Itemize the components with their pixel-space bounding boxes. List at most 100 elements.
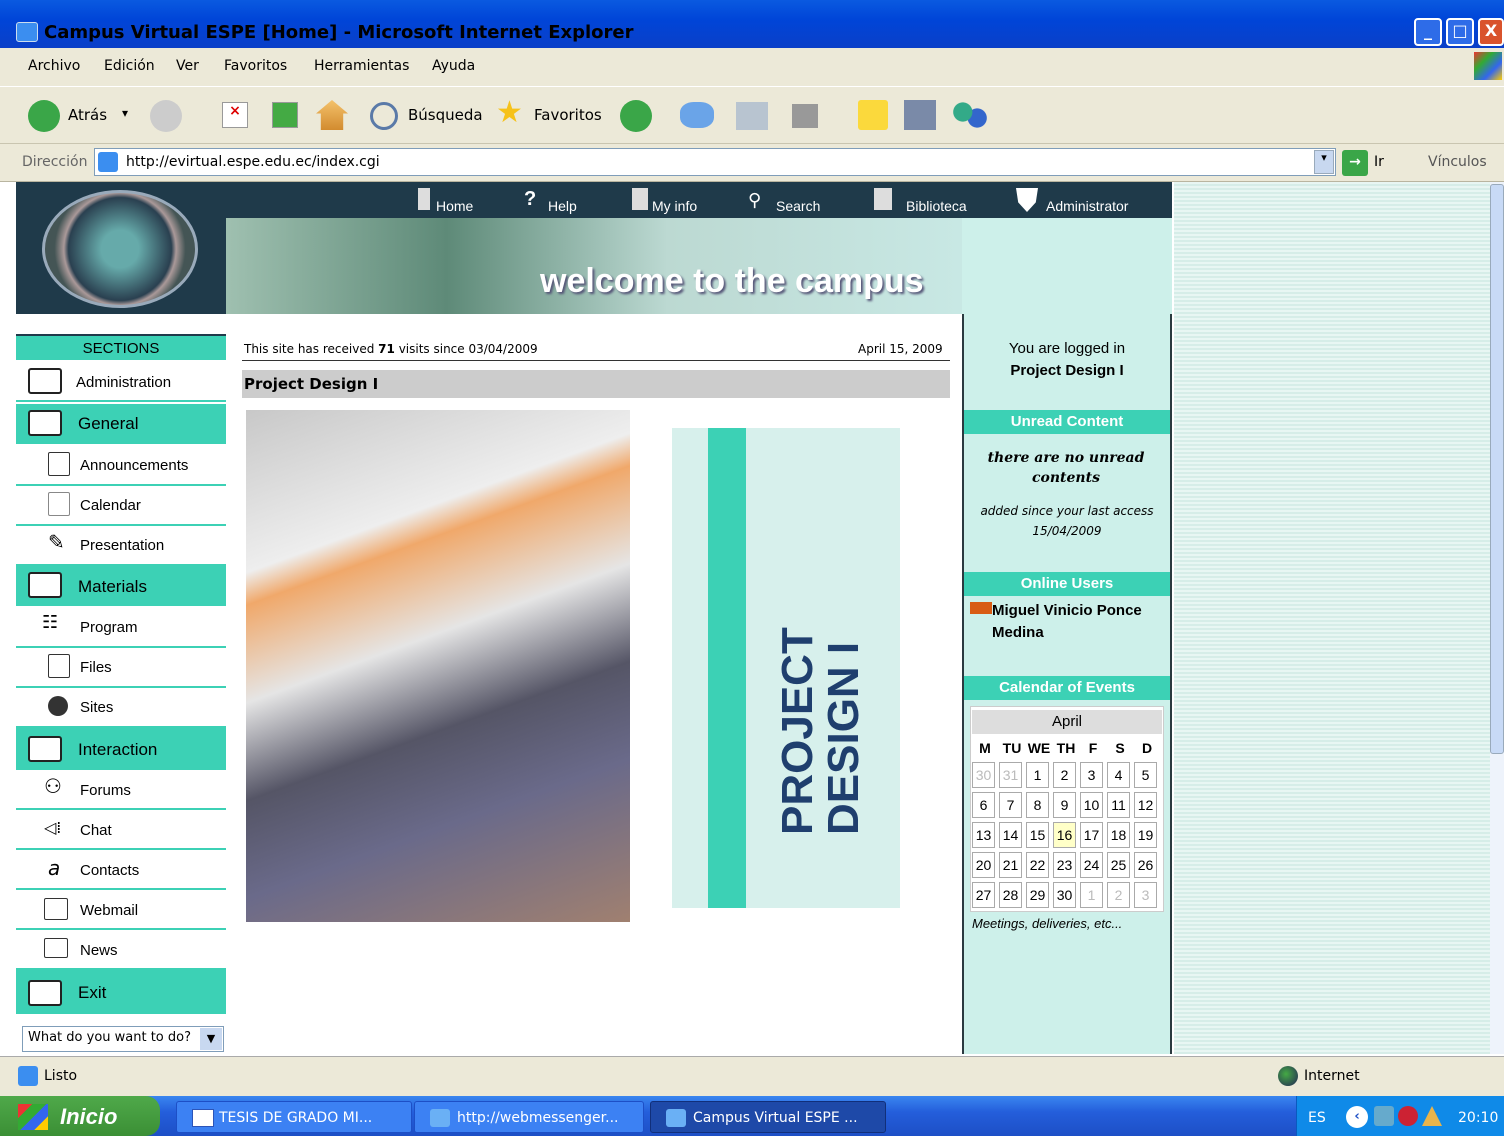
calendar-day[interactable]: 8 [1026,792,1049,818]
sidebar-item-label: Chat [80,822,112,839]
calendar-day[interactable]: 6 [972,792,995,818]
history-icon[interactable] [620,100,652,132]
calendar-day[interactable]: 15 [1026,822,1049,848]
student-photo [246,410,630,922]
calendar-day[interactable]: 29 [1026,882,1049,908]
files-icon [48,654,70,678]
maximize-button[interactable]: □ [1446,18,1474,46]
calendar-day[interactable]: 21 [999,852,1022,878]
word-icon [192,1109,214,1127]
calendar-day[interactable]: 27 [972,882,995,908]
chevron-down-icon[interactable]: ▼ [200,1028,222,1050]
language-indicator[interactable]: ES [1308,1110,1326,1126]
messenger-icon[interactable] [952,100,988,130]
forums-icon: ⚇ [44,774,62,798]
menu-favoritos[interactable]: Favoritos [224,58,287,74]
research-icon[interactable] [904,100,936,130]
nav-myinfo[interactable]: My info [652,198,697,214]
calendar-day[interactable]: 13 [972,822,995,848]
menu-archivo[interactable]: Archivo [28,58,80,74]
nav-biblioteca[interactable]: Biblioteca [906,198,967,214]
calendar-day[interactable]: 7 [999,792,1022,818]
calendar-day[interactable]: 28 [999,882,1022,908]
poster-line-2: DESIGN I [819,641,868,835]
search-icon[interactable] [370,102,398,130]
notes-icon[interactable] [858,100,888,130]
menu-ver[interactable]: Ver [176,58,199,74]
calendar-day[interactable]: 3 [1080,762,1103,788]
menu-edicion[interactable]: Edición [104,58,155,74]
help-icon: ? [524,188,537,210]
calendar-day[interactable]: 19 [1134,822,1157,848]
close-button[interactable]: X [1478,18,1504,46]
sidebar-item-label: News [80,942,118,959]
back-arrow-icon[interactable] [28,100,60,132]
favorites-button[interactable]: Favoritos [534,106,602,124]
edit-icon[interactable] [792,104,818,128]
calendar-day[interactable]: 30 [1053,882,1076,908]
address-url[interactable]: http://evirtual.espe.edu.ec/index.cgi [126,154,380,170]
calendar-day[interactable]: 23 [1053,852,1076,878]
nav-home[interactable]: Home [436,198,473,214]
calendar-day: 3 [1134,882,1157,908]
search-button[interactable]: Búsqueda [408,106,483,124]
chat-icon: ◁⁞ [44,818,62,837]
window-title: Campus Virtual ESPE [Home] - Microsoft I… [44,22,634,43]
calendar-day[interactable]: 1 [1026,762,1049,788]
calendar-day[interactable]: 14 [999,822,1022,848]
minimize-button[interactable]: _ [1414,18,1442,46]
calendar-day[interactable]: 17 [1080,822,1103,848]
calendar-day[interactable]: 9 [1053,792,1076,818]
poster-title: PROJECT DESIGN I [762,540,878,835]
weekday-header: WE [1027,740,1051,756]
webmail-icon [44,898,68,920]
tray-security-icon[interactable] [1398,1106,1418,1126]
back-button[interactable]: Atrás [68,106,107,124]
chevron-left-icon[interactable]: ‹ [1346,1106,1368,1128]
go-arrow-icon[interactable]: → [1342,150,1368,176]
windows-flag-icon [18,1104,48,1130]
calendar-day[interactable]: 12 [1134,792,1157,818]
online-user[interactable]: Miguel Vinicio Ponce Medina [992,600,1162,644]
calendar-month: April [972,710,1162,734]
tray-network-icon[interactable] [1374,1106,1394,1126]
calendar-day[interactable]: 2 [1053,762,1076,788]
menu-herramientas[interactable]: Herramientas [314,58,409,74]
favorites-star-icon[interactable]: ★ [496,98,523,128]
calendar-day[interactable]: 18 [1107,822,1130,848]
search-nav-icon: ⚲ [748,190,762,211]
ie-icon [16,22,38,42]
poster-stripe [708,428,746,908]
calendar-day[interactable]: 16 [1053,822,1076,848]
print-icon[interactable] [736,102,768,130]
visits-line: This site has received 71 visits since 0… [244,342,538,356]
calendar-day[interactable]: 10 [1080,792,1103,818]
nav-help[interactable]: Help [548,198,577,214]
nav-search[interactable]: Search [776,198,820,214]
sidebar-section-label: Exit [78,983,107,1002]
calendar-day[interactable]: 25 [1107,852,1130,878]
links-button[interactable]: Vínculos [1428,154,1487,170]
nav-administrator[interactable]: Administrator [1046,198,1128,214]
mail-icon[interactable] [680,102,714,128]
logged-in-course: Project Design I [1010,362,1124,379]
menu-ayuda[interactable]: Ayuda [432,58,475,74]
calendar-day[interactable]: 4 [1107,762,1130,788]
address-dropdown-icon[interactable]: ▾ [1314,150,1334,174]
interaction-folder-icon [28,736,62,762]
calendar-day[interactable]: 22 [1026,852,1049,878]
back-dropdown-icon[interactable]: ▾ [122,106,128,120]
calendar-day[interactable]: 26 [1134,852,1157,878]
online-users-header: Online Users [964,572,1170,596]
go-button[interactable]: Ir [1374,154,1384,170]
calendar-day[interactable]: 20 [972,852,995,878]
refresh-icon[interactable] [272,102,298,128]
scrollbar-thumb[interactable] [1490,184,1504,754]
forward-arrow-icon[interactable] [150,100,182,132]
stop-icon[interactable]: × [222,102,248,128]
calendar-day[interactable]: 5 [1134,762,1157,788]
ie-task-icon [430,1109,450,1127]
calendar-day[interactable]: 11 [1107,792,1130,818]
weekday-header: TU [1002,740,1022,756]
calendar-day[interactable]: 24 [1080,852,1103,878]
